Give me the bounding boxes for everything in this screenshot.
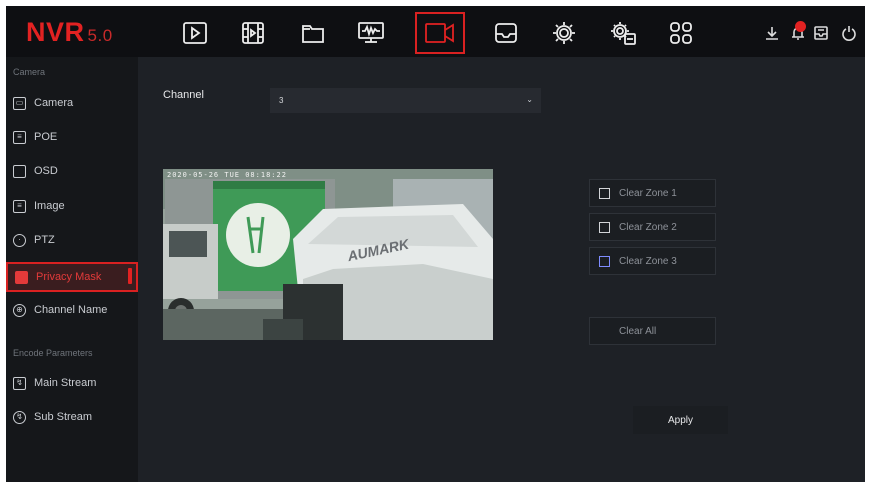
sub-stream-icon: ↯ [13,410,26,424]
channel-select[interactable]: 3 ⌄ [270,88,541,113]
sidebar-item-label: Main Stream [34,377,97,389]
ptz-icon: · [13,233,26,247]
clear-zone-label: Clear Zone 3 [619,255,677,267]
osd-icon [13,164,26,178]
system-settings-icon[interactable] [606,16,642,50]
playback-icon[interactable] [177,16,213,50]
clear-zone-1[interactable]: Clear Zone 1 [589,179,716,207]
apps-grid-icon[interactable] [663,16,699,50]
privacy-mask-icon [15,270,28,284]
checkbox[interactable] [599,221,610,233]
video-osd-timestamp: 2020-05-26 TUE 08:18:22 [167,171,287,179]
clear-zone-2[interactable]: Clear Zone 2 [589,213,716,241]
sidebar-item-label: OSD [34,165,58,177]
download-icon[interactable] [762,23,782,43]
sidebar-item-label: PTZ [34,234,55,246]
clear-zone-label: Clear Zone 1 [619,187,677,199]
sidebar-item-label: POE [34,131,58,143]
sidebar-item-sub-stream[interactable]: ↯ Sub Stream [6,403,138,431]
sidebar-item-channel-name[interactable]: ⊕ Channel Name [6,296,138,324]
top-bar: NVR 5.0 [6,6,865,57]
clear-all-button[interactable]: Clear All [589,317,716,345]
camera-feed-image: AUMARK [163,169,493,340]
clear-zone-3[interactable]: Clear Zone 3 [589,247,716,275]
camera-icon[interactable] [415,12,465,54]
main-stream-icon: ↯ [13,376,26,390]
messages-icon[interactable] [811,23,831,43]
settings-icon[interactable] [546,16,582,50]
sidebar-item-label: Channel Name [34,304,108,316]
checkbox[interactable] [599,187,610,199]
files-icon[interactable] [295,16,331,50]
apply-button[interactable]: Apply [633,406,728,434]
channel-select-value: 3 [279,96,284,105]
video-clips-icon[interactable] [235,16,271,50]
storage-icon[interactable] [488,16,524,50]
sidebar-item-privacy-mask[interactable]: Privacy Mask [6,262,138,292]
section-title-encode: Encode Parameters [13,348,93,358]
sidebar-item-label: Camera [34,97,74,109]
logo-text: NVR [26,17,85,47]
channel-label: Channel [163,89,204,101]
video-preview[interactable]: AUMARK 2020-05-26 TUE 08:18:22 [163,169,493,340]
poe-icon: ≡ [13,130,26,144]
nvr-logo: NVR 5.0 [26,18,113,46]
sidebar-item-osd[interactable]: OSD [6,157,138,185]
sidebar-item-main-stream[interactable]: ↯ Main Stream [6,369,138,397]
sidebar: Camera ▭ Camera ≡ POE OSD ≡ Image · PTZ … [6,57,138,482]
sidebar-item-label: Privacy Mask [36,271,102,283]
image-icon: ≡ [13,199,26,213]
sidebar-item-label: Sub Stream [34,411,93,423]
checkbox[interactable] [599,255,610,267]
sidebar-item-image[interactable]: ≡ Image [6,192,138,220]
nvr-window: NVR 5.0 Camera ▭ Camera ≡ POE OSD ≡ Imag… [6,6,865,482]
alarm-badge [795,21,806,32]
section-title-camera: Camera [13,67,46,77]
power-icon[interactable] [839,23,859,43]
sidebar-item-camera[interactable]: ▭ Camera [6,89,138,117]
logo-version: 5.0 [87,26,113,45]
sidebar-item-ptz[interactable]: · PTZ [6,226,138,254]
chevron-down-icon: ⌄ [526,95,533,104]
sidebar-item-label: Image [34,200,65,212]
clear-zone-label: Clear Zone 2 [619,221,677,233]
sidebar-item-poe[interactable]: ≡ POE [6,123,138,151]
channel-name-icon: ⊕ [13,303,26,317]
camera-settings-icon: ▭ [13,96,26,110]
monitor-icon[interactable] [353,16,389,50]
active-marker [128,268,132,284]
